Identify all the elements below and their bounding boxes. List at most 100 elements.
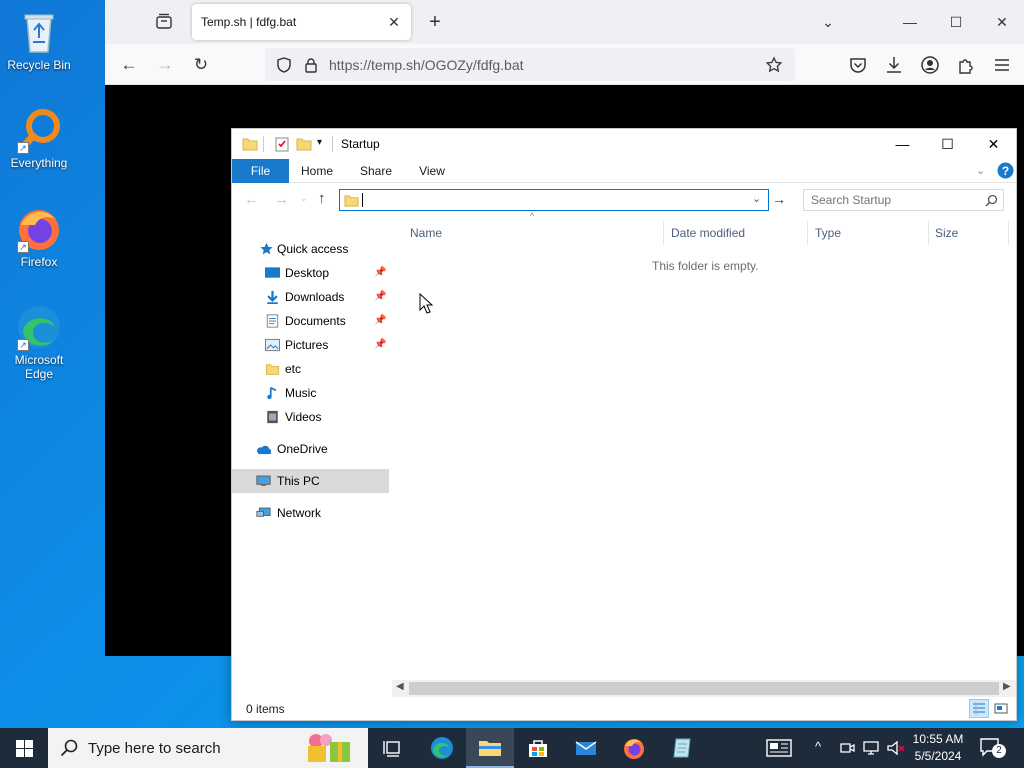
nav-music[interactable]: Music <box>232 381 389 405</box>
column-size[interactable]: Size <box>935 223 1005 243</box>
nav-this-pc[interactable]: This PC <box>232 469 389 493</box>
pocket-icon[interactable] <box>847 54 869 76</box>
properties-icon[interactable] <box>274 136 290 152</box>
nav-etc[interactable]: etc <box>232 357 389 381</box>
details-view-icon[interactable] <box>969 699 989 718</box>
forward-icon[interactable]: → <box>274 191 289 208</box>
pin-icon[interactable]: 📌 <box>374 309 386 333</box>
close-button[interactable]: ✕ <box>971 129 1016 159</box>
back-icon[interactable]: ← <box>117 53 141 77</box>
explorer-title-bar[interactable]: ▾ Startup — ☐ ✕ <box>232 129 1016 159</box>
recent-locations-icon[interactable]: ⌄ <box>300 193 308 204</box>
list-all-tabs-button[interactable]: ⌄ <box>813 8 843 36</box>
url-bar[interactable]: https://temp.sh/OGOZy/fdfg.bat <box>265 48 795 81</box>
search-input[interactable] <box>811 190 981 210</box>
customize-toolbar-icon[interactable]: ▾ <box>317 137 322 148</box>
nav-network[interactable]: Network <box>232 501 389 525</box>
show-hidden-icons-icon[interactable]: ^ <box>815 739 821 754</box>
taskbar-file-explorer[interactable] <box>466 728 514 768</box>
pin-icon[interactable]: 📌 <box>374 333 386 357</box>
extensions-icon[interactable] <box>955 54 977 76</box>
close-button[interactable]: ✕ <box>987 8 1017 36</box>
nav-downloads[interactable]: Downloads 📌 <box>232 285 389 309</box>
file-list-pane[interactable]: ^ Name Date modified Type Size This fold… <box>399 211 1016 677</box>
nav-videos[interactable]: Videos <box>232 405 389 429</box>
nav-quick-access[interactable]: Quick access <box>232 237 389 261</box>
search-highlight-gifts-icon <box>308 734 350 762</box>
tab-file[interactable]: File <box>232 159 289 183</box>
nav-desktop[interactable]: Desktop 📌 <box>232 261 389 285</box>
taskbar-notepad[interactable] <box>658 728 706 768</box>
nav-pictures[interactable]: Pictures 📌 <box>232 333 389 357</box>
tab-view[interactable]: View <box>410 159 454 183</box>
desktop-icon-firefox[interactable]: ↗ Firefox <box>4 205 74 269</box>
tab-home[interactable]: Home <box>295 159 339 183</box>
nav-onedrive[interactable]: OneDrive <box>232 437 389 461</box>
minimize-button[interactable]: — <box>895 8 925 36</box>
up-icon[interactable]: ↑ <box>318 190 326 207</box>
network-status-icon[interactable] <box>862 740 880 756</box>
new-folder-icon[interactable] <box>296 136 312 152</box>
taskbar-firefox[interactable] <box>610 728 658 768</box>
clock-date: 5/5/2024 <box>914 749 962 763</box>
column-separator[interactable] <box>928 221 929 245</box>
downloads-icon[interactable] <box>883 54 905 76</box>
action-center-button[interactable]: 2 <box>978 736 1006 760</box>
nav-documents[interactable]: Documents 📌 <box>232 309 389 333</box>
help-icon[interactable]: ? <box>997 162 1014 179</box>
column-type[interactable]: Type <box>815 223 925 243</box>
column-separator[interactable] <box>807 221 808 245</box>
clock[interactable]: 10:55 AM 5/5/2024 <box>906 732 970 763</box>
meet-now-icon[interactable] <box>839 740 855 756</box>
lock-icon[interactable] <box>302 56 320 74</box>
scroll-left-icon[interactable]: ◀ <box>396 681 404 692</box>
browser-tab[interactable]: Temp.sh | fdfg.bat ✕ <box>192 4 411 40</box>
navigation-toolbar: ← → ↻ https://temp.sh/OGOZy/fdfg.bat <box>105 44 1024 85</box>
minimize-button[interactable]: — <box>880 129 925 159</box>
volume-muted-icon[interactable] <box>886 740 906 756</box>
reload-icon[interactable]: ↻ <box>189 53 213 77</box>
scrollbar-thumb[interactable] <box>409 682 999 695</box>
tab-share[interactable]: Share <box>354 159 398 183</box>
bookmark-star-icon[interactable] <box>765 56 783 74</box>
account-icon[interactable] <box>919 54 941 76</box>
desktop-icon-recycle-bin[interactable]: Recycle Bin <box>4 8 74 72</box>
search-box[interactable] <box>803 189 1004 211</box>
pin-icon[interactable]: 📌 <box>374 261 386 285</box>
start-button[interactable] <box>0 728 48 768</box>
taskbar-mail[interactable] <box>562 728 610 768</box>
tab-close-icon[interactable]: ✕ <box>385 13 403 31</box>
taskbar-search-box[interactable]: Type here to search <box>48 728 368 768</box>
maximize-button[interactable]: ☐ <box>941 8 971 36</box>
onedrive-icon <box>257 445 271 455</box>
expand-ribbon-icon[interactable]: ⌄ <box>976 164 985 177</box>
address-bar[interactable]: ⌄ <box>339 189 769 211</box>
column-separator[interactable] <box>663 221 664 245</box>
go-icon[interactable]: → <box>772 191 786 207</box>
desktop-icon-everything[interactable]: ↗ Everything <box>4 106 74 170</box>
pin-icon[interactable]: 📌 <box>374 285 386 309</box>
taskbar-store[interactable] <box>514 728 562 768</box>
news-and-interests-icon[interactable] <box>766 739 792 757</box>
url-text: https://temp.sh/OGOZy/fdfg.bat <box>329 57 524 73</box>
address-dropdown-icon[interactable]: ⌄ <box>752 192 761 205</box>
new-tab-button[interactable]: + <box>423 10 447 34</box>
maximize-button[interactable]: ☐ <box>925 129 970 159</box>
shortcut-arrow-icon: ↗ <box>17 339 29 351</box>
column-date-modified[interactable]: Date modified <box>671 223 801 243</box>
large-icons-view-icon[interactable] <box>991 699 1011 718</box>
task-view-button[interactable] <box>368 728 416 768</box>
firefox-icon: ↗ <box>15 205 63 253</box>
desktop-icon-edge[interactable]: ↗ Microsoft Edge <box>4 303 74 381</box>
search-icon[interactable] <box>985 194 998 207</box>
column-separator[interactable] <box>1008 221 1009 245</box>
column-name[interactable]: Name <box>410 223 660 243</box>
forward-icon[interactable]: → <box>153 53 177 77</box>
scroll-right-icon[interactable]: ▶ <box>1003 681 1011 692</box>
taskbar-edge[interactable] <box>418 728 466 768</box>
firefox-view-button[interactable] <box>153 11 175 33</box>
tracking-protection-icon[interactable] <box>275 56 293 74</box>
back-icon[interactable]: ← <box>244 191 259 208</box>
horizontal-scrollbar[interactable]: ◀ ▶ <box>392 680 1016 697</box>
menu-icon[interactable] <box>991 54 1013 76</box>
